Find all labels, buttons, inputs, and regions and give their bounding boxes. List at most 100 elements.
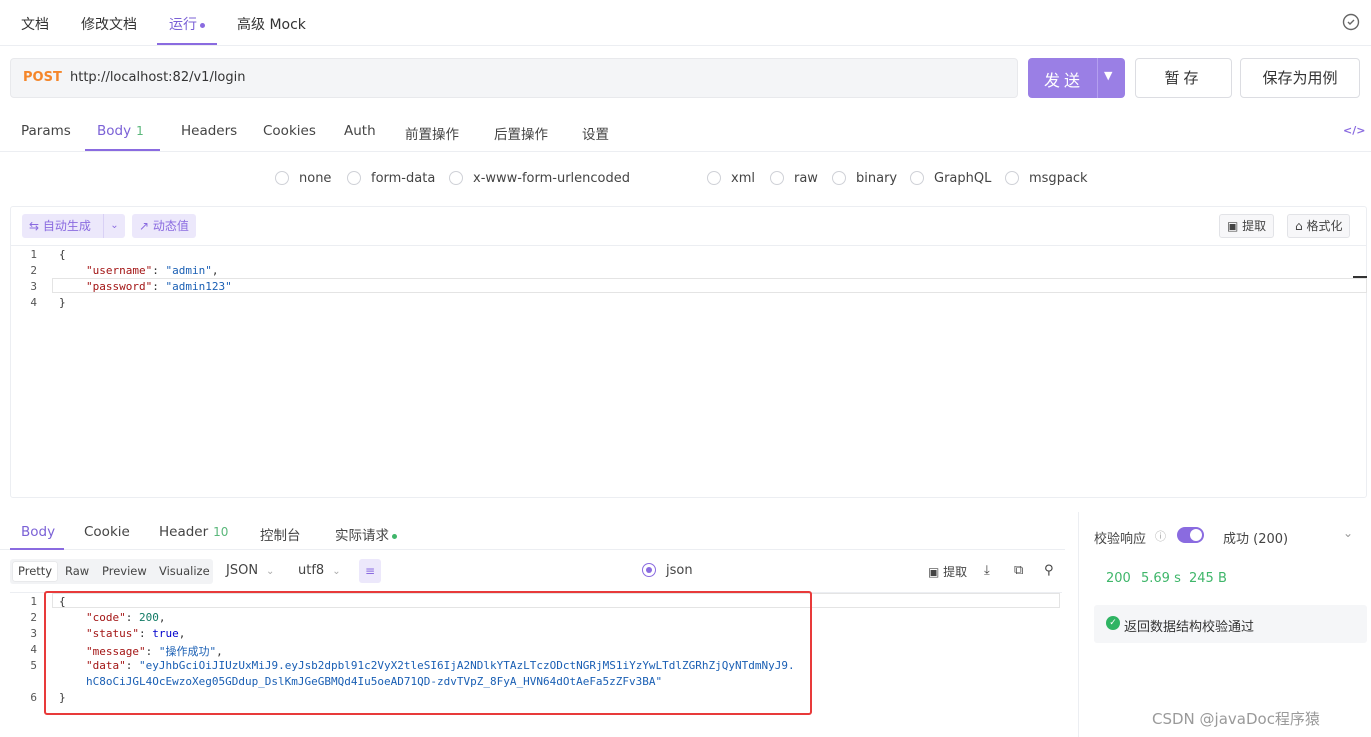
response-tab-bar: Body Cookie Header 10 控制台 实际请求 — [0, 512, 1065, 550]
resp-tab-actual-request-label: 实际请求 — [335, 528, 389, 544]
send-dropdown-icon[interactable]: ▼ — [1104, 69, 1112, 82]
tab-params[interactable]: Params — [21, 123, 71, 139]
tab-pre-ops[interactable]: 前置操作 — [405, 123, 459, 143]
resp-tab-actual-request[interactable]: 实际请求 — [335, 524, 397, 544]
line-number: 3 — [30, 627, 37, 640]
response-size: 245 B — [1189, 571, 1227, 586]
view-pretty[interactable]: Pretty — [13, 562, 58, 581]
watermark: CSDN @javaDoc程序猿 — [1152, 710, 1320, 728]
send-divider — [1097, 58, 1098, 98]
check-circle-icon: ✓ — [1106, 616, 1120, 630]
download-icon[interactable]: ⤓ — [984, 563, 990, 578]
request-body-editor[interactable] — [10, 206, 1367, 498]
radio-circle-icon — [910, 170, 924, 185]
resp-tab-body[interactable]: Body — [21, 524, 55, 540]
radio-circle-icon — [770, 170, 784, 185]
url-input[interactable]: http://localhost:82/v1/login — [70, 70, 246, 85]
json-key: "username" — [86, 264, 153, 277]
line-number: 3 — [30, 280, 37, 293]
code-brace: { — [59, 248, 66, 261]
radio-binary[interactable]: binary — [832, 170, 898, 187]
radio-label: none — [299, 171, 332, 186]
tab-mock[interactable]: 高级 Mock — [237, 14, 306, 34]
resp-tab-console[interactable]: 控制台 — [260, 524, 301, 544]
save-button[interactable]: 暂存 — [1135, 58, 1232, 98]
format-button[interactable]: ⌂ 格式化 — [1287, 214, 1351, 238]
tab-body[interactable]: Body 1 — [97, 123, 144, 139]
resp-extract-button[interactable]: ▣ 提取 — [928, 563, 967, 580]
chevron-down-icon[interactable]: ⌄ — [1343, 526, 1353, 540]
resp-tab-header-label: Header — [159, 524, 209, 540]
json-key: "password" — [86, 280, 153, 293]
dynamic-value-button[interactable]: ↗ 动态值 — [132, 214, 196, 238]
extract-button[interactable]: ▣ 提取 — [1219, 214, 1275, 238]
encoding-select-value: utf8 — [298, 563, 325, 578]
tab-cookies[interactable]: Cookies — [263, 123, 316, 139]
line-number: 4 — [30, 296, 37, 309]
request-tab-bar: Params Body 1 Headers Cookies Auth 前置操作 后… — [0, 112, 1371, 152]
view-preview[interactable]: Preview — [97, 562, 152, 581]
code-icon[interactable]: </> — [1343, 124, 1365, 137]
line-number: 2 — [30, 611, 37, 624]
tab-run[interactable]: 运行 — [169, 14, 205, 34]
auto-generate-dropdown-icon[interactable]: ⌄ — [103, 214, 125, 238]
resp-tab-cookie[interactable]: Cookie — [84, 524, 130, 540]
radio-label: msgpack — [1029, 171, 1088, 186]
radio-raw[interactable]: raw — [770, 170, 818, 187]
view-raw[interactable]: Raw — [60, 562, 94, 581]
send-button[interactable]: 发送 ▼ — [1028, 58, 1125, 98]
view-visualize[interactable]: Visualize — [154, 562, 215, 581]
code-brace: } — [59, 296, 66, 309]
line-number: 2 — [30, 264, 37, 277]
save-as-case-button[interactable]: 保存为用例 — [1240, 58, 1360, 98]
extract-label: 提取 — [1242, 219, 1267, 233]
info-icon[interactable]: ⓘ — [1155, 528, 1166, 544]
radio-none[interactable]: none — [275, 170, 332, 187]
radio-circle-icon — [275, 170, 289, 185]
radio-msgpack[interactable]: msgpack — [1005, 170, 1088, 187]
encoding-select[interactable]: utf8 ⌄ — [298, 563, 341, 578]
format-select[interactable]: JSON ⌄ — [226, 563, 274, 578]
validate-toggle[interactable] — [1177, 527, 1204, 543]
resp-tab-header[interactable]: Header 10 — [159, 524, 228, 540]
tab-auth[interactable]: Auth — [344, 123, 376, 139]
response-time: 5.69 s — [1141, 571, 1181, 586]
header-count-badge: 10 — [213, 525, 229, 539]
radio-urlencoded[interactable]: x-www-form-urlencoded — [449, 170, 630, 187]
json-value: "admin" — [165, 264, 212, 277]
auto-generate-icon: ⇆ — [29, 219, 43, 233]
radio-json[interactable]: json — [642, 562, 693, 579]
radio-xml[interactable]: xml — [707, 170, 755, 187]
radio-label: xml — [731, 171, 755, 186]
status-code: 200 — [1106, 571, 1131, 586]
method-select[interactable]: POST — [23, 70, 62, 85]
tab-doc[interactable]: 文档 — [21, 14, 49, 34]
minimap-marker — [1353, 276, 1367, 278]
active-tab-indicator — [10, 548, 64, 550]
extract-icon: ▣ — [928, 565, 944, 579]
tab-post-ops[interactable]: 后置操作 — [494, 123, 548, 143]
tab-settings[interactable]: 设置 — [582, 123, 609, 143]
status-dot — [392, 533, 397, 539]
tab-headers[interactable]: Headers — [181, 123, 237, 139]
validate-response-label: 校验响应 — [1094, 532, 1147, 547]
line-number: 4 — [30, 643, 37, 656]
url-bar[interactable]: POST http://localhost:82/v1/login — [10, 58, 1018, 98]
editor-toolbar — [10, 206, 1367, 246]
radio-graphql[interactable]: GraphQL — [910, 170, 991, 187]
radio-circle-icon — [1005, 170, 1019, 185]
tab-edit-doc[interactable]: 修改文档 — [81, 14, 137, 34]
chevron-down-icon: ⌄ — [332, 566, 341, 577]
line-number: 6 — [30, 691, 37, 704]
copy-icon[interactable]: ⧉ — [1014, 563, 1023, 578]
radio-label: binary — [856, 171, 898, 186]
search-icon[interactable]: ⚲ — [1044, 563, 1054, 578]
word-wrap-icon[interactable]: ≡ — [359, 559, 381, 583]
body-count-badge: 1 — [136, 124, 144, 138]
radio-form-data[interactable]: form-data — [347, 170, 435, 187]
history-icon[interactable] — [1341, 12, 1361, 32]
radio-circle-icon — [832, 170, 846, 185]
line-number: 1 — [30, 595, 37, 608]
auto-generate-button[interactable]: ⇆ 自动生成 — [22, 214, 103, 238]
send-label: 发送 — [1044, 71, 1085, 90]
